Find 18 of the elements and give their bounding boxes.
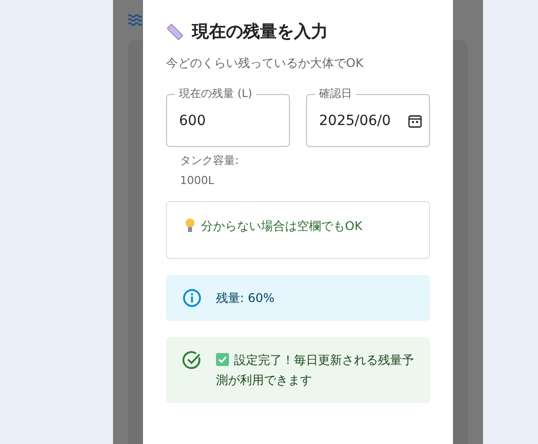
- dialog-subtitle: 今どのくらい残っているか大体でOK: [166, 55, 364, 72]
- field-value[interactable]: 2025/06/0: [319, 112, 408, 128]
- date-field[interactable]: 確認日 2025/06/0: [306, 86, 430, 147]
- alert-text: 残量: 60%: [216, 290, 276, 307]
- dialog-title: 現在の残量を入力: [192, 21, 328, 43]
- field-label: 確認日: [315, 86, 356, 101]
- lightbulb-icon: [185, 218, 195, 233]
- calendar-icon[interactable]: [408, 114, 422, 128]
- info-icon: [182, 288, 202, 308]
- checkmark-icon: [216, 353, 229, 366]
- helper-text: タンク容量: 1000L: [180, 153, 240, 189]
- check-circle-icon: [182, 350, 202, 370]
- alert-text: 設定完了！毎日更新される残量予測が利用できます: [216, 352, 414, 389]
- field-label: 現在の残量 (L): [175, 86, 256, 101]
- field-value[interactable]: 600: [179, 112, 282, 128]
- tip-text: 分からない場合は空欄でもOK: [201, 218, 362, 235]
- number-field[interactable]: 現在の残量 (L) 600: [166, 86, 290, 147]
- waves-icon: [128, 14, 142, 26]
